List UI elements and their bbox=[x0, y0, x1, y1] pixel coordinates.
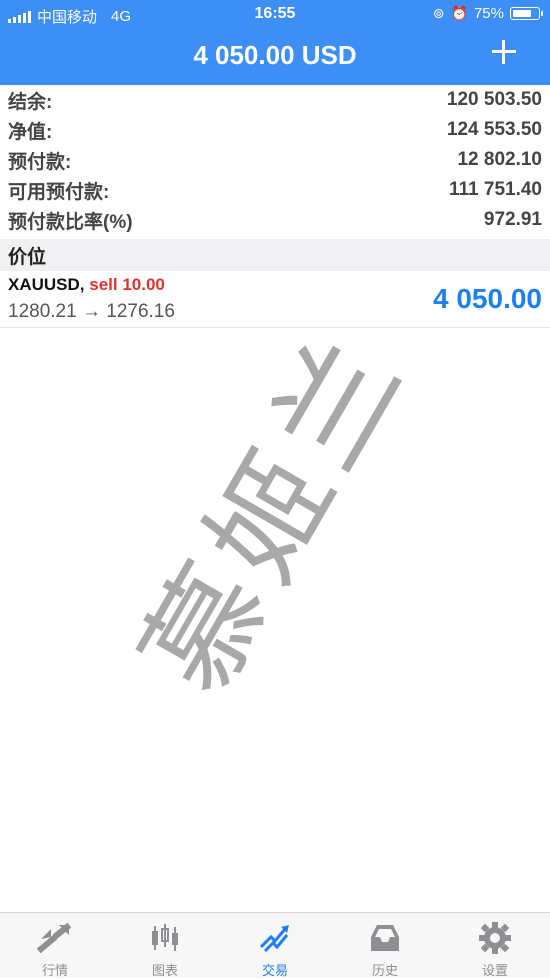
history-icon bbox=[371, 925, 399, 951]
settings-icon bbox=[479, 922, 511, 954]
tab-label: 图表 bbox=[151, 963, 178, 978]
position-profit: 4 050.00 bbox=[433, 283, 542, 314]
current-price: 1276.16 bbox=[106, 301, 175, 322]
quotes-icon bbox=[37, 922, 72, 954]
summary-value: 12 802.10 bbox=[457, 149, 542, 170]
tab-label: 设置 bbox=[481, 963, 508, 978]
summary-row-margin-level: 预付款比率(%) 972.91 bbox=[0, 205, 550, 235]
summary-label: 结余: bbox=[8, 91, 53, 113]
page-title: 4 050.00 USD bbox=[193, 40, 357, 70]
tab-quotes[interactable]: 行情 bbox=[0, 913, 110, 978]
open-price: 1280.21 bbox=[8, 301, 77, 322]
summary-value: 111 751.40 bbox=[449, 179, 542, 200]
alarm-icon: ⏰ bbox=[450, 5, 468, 21]
summary-row-balance: 结余: 120 503.50 bbox=[0, 85, 550, 115]
tab-history[interactable]: 历史 bbox=[330, 913, 440, 978]
summary-label: 预付款比率(%) bbox=[8, 211, 133, 233]
tab-label: 历史 bbox=[371, 963, 398, 978]
position-separator: , bbox=[79, 275, 85, 294]
summary-value: 120 503.50 bbox=[446, 89, 542, 110]
section-header-price: 价位 bbox=[0, 239, 550, 271]
battery-percent: 75% bbox=[473, 5, 504, 22]
summary-value: 972.91 bbox=[483, 209, 542, 230]
account-summary: 结余: 120 503.50 净值: 124 553.50 预付款: 12 80… bbox=[0, 85, 550, 239]
trade-icon bbox=[259, 925, 289, 953]
battery-icon bbox=[510, 7, 543, 20]
position-title: XAUUSD, sell 10.00 bbox=[8, 275, 165, 295]
tab-trade[interactable]: 交易 bbox=[220, 913, 330, 978]
watermark: 慕姬兰 bbox=[117, 309, 433, 717]
summary-value: 124 553.50 bbox=[446, 119, 542, 140]
summary-row-free-margin: 可用预付款: 111 751.40 bbox=[0, 175, 550, 205]
arrow-icon: → bbox=[81, 301, 101, 322]
position-symbol: XAUUSD bbox=[8, 275, 80, 294]
rotation-lock-icon: ⊚ bbox=[432, 5, 445, 21]
status-bar: 中国移动 4G 16:55 ⊚ ⏰ 75% bbox=[0, 0, 550, 30]
summary-label: 可用预付款: bbox=[8, 181, 110, 203]
plus-icon[interactable] bbox=[486, 34, 522, 70]
position-prices: 1280.21 → 1276.16 bbox=[8, 301, 175, 323]
position-side: sell 10.00 bbox=[89, 275, 165, 294]
tab-settings[interactable]: 设置 bbox=[440, 913, 550, 978]
summary-row-equity: 净值: 124 553.50 bbox=[0, 115, 550, 145]
tab-bar: 行情 图表 交易 历史 设置 bbox=[0, 912, 550, 978]
tab-label: 行情 bbox=[41, 963, 68, 978]
tab-chart[interactable]: 图表 bbox=[110, 913, 220, 978]
summary-row-margin: 预付款: 12 802.10 bbox=[0, 145, 550, 175]
top-bar: 中国移动 4G 16:55 ⊚ ⏰ 75% 4 050.00 USD bbox=[0, 0, 550, 85]
summary-label: 净值: bbox=[8, 121, 53, 143]
chart-icon bbox=[152, 924, 178, 951]
summary-label: 预付款: bbox=[8, 151, 72, 173]
tab-label: 交易 bbox=[261, 963, 288, 978]
